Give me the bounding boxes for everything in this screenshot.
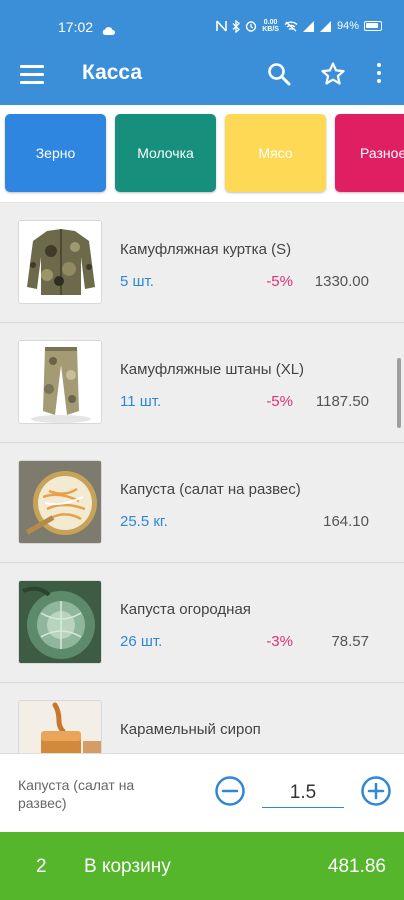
product-row[interactable]: Камуфляжные штаны (XL) 11 шт. -5% 1187.5…	[0, 323, 404, 443]
status-icons: 0.00 KB/S 94%	[216, 19, 382, 33]
category-label: Зерно	[35, 145, 76, 161]
product-row[interactable]: Капуста (салат на развес) 25.5 кг. 164.1…	[0, 443, 404, 563]
product-name: Камуфляжная куртка (S)	[120, 241, 292, 258]
product-price: 1330.00	[314, 273, 369, 290]
category-label: Мясо	[258, 145, 293, 161]
star-icon[interactable]	[320, 61, 346, 92]
wifi-off-icon	[284, 20, 298, 32]
search-icon[interactable]	[266, 61, 292, 92]
signal-icon-2	[319, 20, 331, 32]
product-quantity: 5 шт.	[120, 273, 154, 290]
cloud-icon	[102, 22, 115, 40]
product-row[interactable]: Камуфляжная куртка (S) 5 шт. -5% 1330.00	[0, 203, 404, 323]
category-label: Разное	[360, 145, 404, 161]
product-discount: -5%	[266, 393, 293, 410]
product-image-camo-jacket	[18, 220, 102, 304]
category-label: Молочка	[137, 145, 194, 161]
selected-product-name: Капуста (салат на развес)	[18, 777, 135, 811]
product-name: Камуфляжные штаны (XL)	[120, 361, 305, 378]
product-quantity: 11 шт.	[120, 393, 162, 410]
product-list[interactable]: Камуфляжная куртка (S) 5 шт. -5% 1330.00…	[0, 203, 404, 753]
product-price: 78.57	[331, 633, 369, 650]
product-row[interactable]: Карамельный сироп	[0, 683, 404, 753]
net-speed: 0.00 KB/S	[262, 19, 279, 33]
product-price: 164.10	[323, 513, 369, 530]
alarm-icon	[246, 21, 257, 32]
net-speed-value: 0.00	[263, 19, 278, 26]
signal-icon	[302, 20, 314, 32]
top-bar: 17:02 0.00 KB/S 94% Касса	[0, 0, 404, 105]
category-button-misc[interactable]: Разное	[335, 114, 404, 192]
product-row[interactable]: Капуста огородная 26 шт. -3% 78.57	[0, 563, 404, 683]
product-image-camo-pants	[18, 340, 102, 424]
product-discount: -5%	[266, 273, 293, 290]
app-title: Касса	[82, 61, 143, 84]
product-name: Капуста огородная	[120, 601, 251, 618]
increase-quantity-button[interactable]	[360, 775, 392, 812]
net-speed-unit: KB/S	[262, 26, 279, 33]
category-button-meat[interactable]: Мясо	[225, 114, 326, 192]
product-image-cabbage	[18, 580, 102, 664]
product-image-cabbage-salad	[18, 460, 102, 544]
cart-total: 481.86	[327, 856, 386, 877]
more-vertical-icon[interactable]	[372, 63, 386, 87]
cart-item-count: 2	[36, 856, 47, 877]
app-bar: Касса	[0, 50, 404, 105]
product-name: Капуста (салат на развес)	[120, 481, 301, 498]
category-strip: Зерно Молочка Мясо Разное	[0, 105, 404, 203]
quantity-editor: Капуста (салат на развес)	[0, 753, 404, 832]
product-image-caramel-syrup	[18, 700, 102, 753]
minus-circle-icon	[215, 776, 245, 806]
product-discount: -3%	[266, 633, 293, 650]
decrease-quantity-button[interactable]	[214, 775, 246, 812]
menu-icon[interactable]	[20, 65, 44, 85]
product-quantity: 25.5 кг.	[120, 513, 168, 530]
list-scrollbar[interactable]	[397, 358, 401, 428]
plus-circle-icon	[361, 776, 391, 806]
add-to-cart-button[interactable]: 2 В корзину 481.86	[0, 832, 404, 900]
category-button-grain[interactable]: Зерно	[5, 114, 106, 192]
nfc-icon	[216, 20, 228, 32]
product-quantity: 26 шт.	[120, 633, 163, 650]
battery-percent: 94%	[336, 20, 359, 32]
bluetooth-icon	[232, 19, 241, 33]
product-price: 1187.50	[315, 393, 369, 410]
product-name: Карамельный сироп	[120, 721, 261, 738]
status-time: 17:02	[58, 19, 94, 35]
category-button-dairy[interactable]: Молочка	[115, 114, 216, 192]
quantity-input[interactable]	[262, 778, 344, 808]
cart-label: В корзину	[84, 856, 171, 877]
battery-icon	[364, 21, 382, 31]
status-bar: 17:02 0.00 KB/S 94%	[0, 0, 404, 50]
